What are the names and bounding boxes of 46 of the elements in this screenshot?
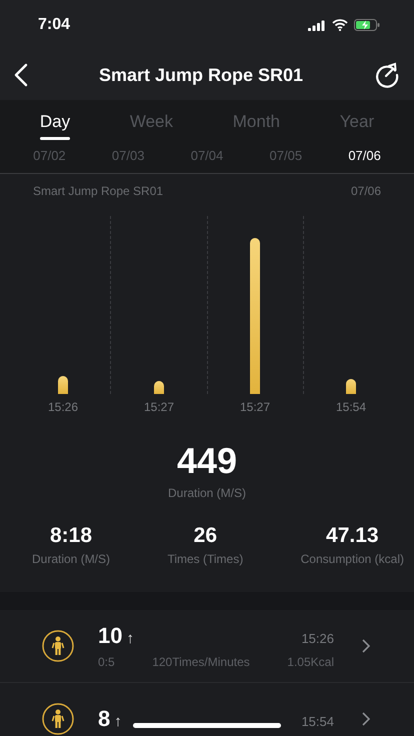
bar-time-label: 15:27 [238, 400, 272, 414]
chevron-icon[interactable] [362, 639, 370, 653]
date-tab[interactable]: 07/04 [190, 148, 224, 163]
session-time: 15:26 [301, 631, 334, 646]
stat-label: Consumption (kcal) [300, 552, 404, 566]
chart-bar [346, 379, 356, 394]
chart-bar [154, 381, 164, 394]
period-tab[interactable]: Week [122, 108, 182, 142]
session-count: 10 [98, 623, 122, 648]
jumper-icon [42, 703, 74, 735]
battery-icon [354, 19, 380, 31]
session-duration: 0:5 [98, 655, 115, 669]
stat-value: 8:18 [49, 524, 94, 548]
summary-value: 449 [176, 440, 238, 482]
chart-bar [58, 376, 68, 394]
arrow-glyph: ↑ [114, 713, 122, 730]
period-tab[interactable]: Month [224, 108, 288, 142]
device-label: Smart Jump Rope SR01 [33, 184, 164, 198]
arrow-glyph: ↑ [126, 630, 134, 647]
wifi-icon [332, 19, 348, 31]
period-tab[interactable]: Day [32, 108, 78, 142]
session-rate: 120Times/Minutes [152, 655, 250, 669]
status-time: 7:04 [38, 16, 70, 34]
stat-label: Times (Times) [167, 552, 244, 566]
stat-value: 47.13 [325, 524, 380, 548]
summary-label: Duration (M/S) [166, 486, 248, 500]
bar-time-label: 15:27 [142, 400, 176, 414]
signal-icon [308, 20, 326, 30]
chart-date: 07/06 [350, 184, 381, 198]
refresh-icon[interactable] [374, 62, 400, 88]
back-icon[interactable] [14, 63, 28, 87]
chevron-icon[interactable] [362, 712, 370, 726]
date-tab[interactable]: 07/05 [270, 148, 302, 163]
period-tab[interactable]: Year [332, 108, 382, 142]
stat-value: 26 [192, 524, 218, 548]
bar-time-label: 15:26 [46, 400, 80, 414]
session-time: 15:54 [301, 714, 334, 729]
bar-time-label: 15:54 [334, 400, 368, 414]
date-tab[interactable]: 07/06 [348, 148, 381, 163]
session-energy: 1.05Kcal [287, 655, 334, 669]
date-tab[interactable]: 07/02 [33, 148, 66, 163]
page-title: Smart Jump Rope SR01 [98, 64, 304, 86]
jumper-icon [42, 630, 74, 662]
stat-label: Duration (M/S) [32, 552, 110, 566]
session-count: 8 [98, 706, 110, 731]
date-tab[interactable]: 07/03 [112, 148, 144, 163]
